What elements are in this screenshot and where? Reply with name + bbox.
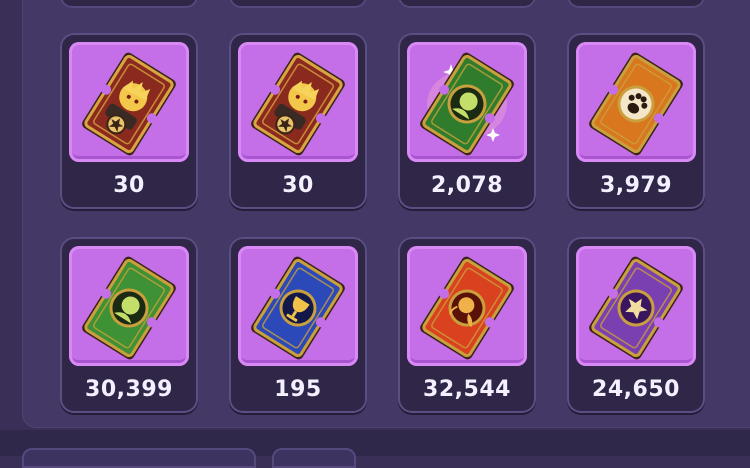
item-icon-frame (69, 246, 189, 366)
item-slot-green-summon-ticket-sparkle[interactable]: 2,078 (398, 33, 536, 209)
item-slot-red-rose-ticket[interactable]: 32,544 (398, 237, 536, 413)
item-icon-frame (238, 42, 358, 162)
item-icon-frame (238, 246, 358, 366)
item-icon-frame (576, 42, 696, 162)
paw-ticket-icon (589, 52, 683, 156)
item-icon-frame (576, 246, 696, 366)
item-icon-frame (407, 246, 527, 366)
item-count: 24,650 (592, 377, 680, 402)
item-count: 30 (282, 173, 314, 198)
green-head-ticket-icon (82, 256, 176, 360)
next-panel-tab[interactable] (272, 448, 356, 468)
item-slot-blue-chalice-ticket[interactable]: 195 (229, 237, 367, 413)
item-count: 195 (274, 377, 322, 402)
green-head-ticket-icon (420, 52, 514, 156)
item-icon-frame (407, 42, 527, 162)
slot-partial-top[interactable] (567, 0, 705, 8)
item-slot-green-summon-ticket[interactable]: 30,399 (60, 237, 198, 413)
item-slot-orange-paw-ticket[interactable]: 3,979 (567, 33, 705, 209)
slot-partial-top[interactable] (229, 0, 367, 8)
item-count: 3,979 (599, 173, 673, 198)
chalice-ticket-icon (251, 256, 345, 360)
hero-card-icon (251, 52, 345, 156)
item-count: 32,544 (423, 377, 511, 402)
slot-partial-top[interactable] (60, 0, 198, 8)
next-panel-tab[interactable] (22, 448, 256, 468)
item-slot-hero-ticket-blonde-a[interactable]: 30 (60, 33, 198, 209)
item-slot-hero-ticket-blonde-b[interactable]: 30 (229, 33, 367, 209)
item-count: 30,399 (85, 377, 173, 402)
hero-card-icon (82, 52, 176, 156)
item-slot-purple-star-ticket[interactable]: 24,650 (567, 237, 705, 413)
item-count: 2,078 (430, 173, 504, 198)
item-count: 30 (113, 173, 145, 198)
slot-partial-top[interactable] (398, 0, 536, 8)
star-ticket-icon (589, 256, 683, 360)
rose-ticket-icon (420, 256, 514, 360)
item-icon-frame (69, 42, 189, 162)
